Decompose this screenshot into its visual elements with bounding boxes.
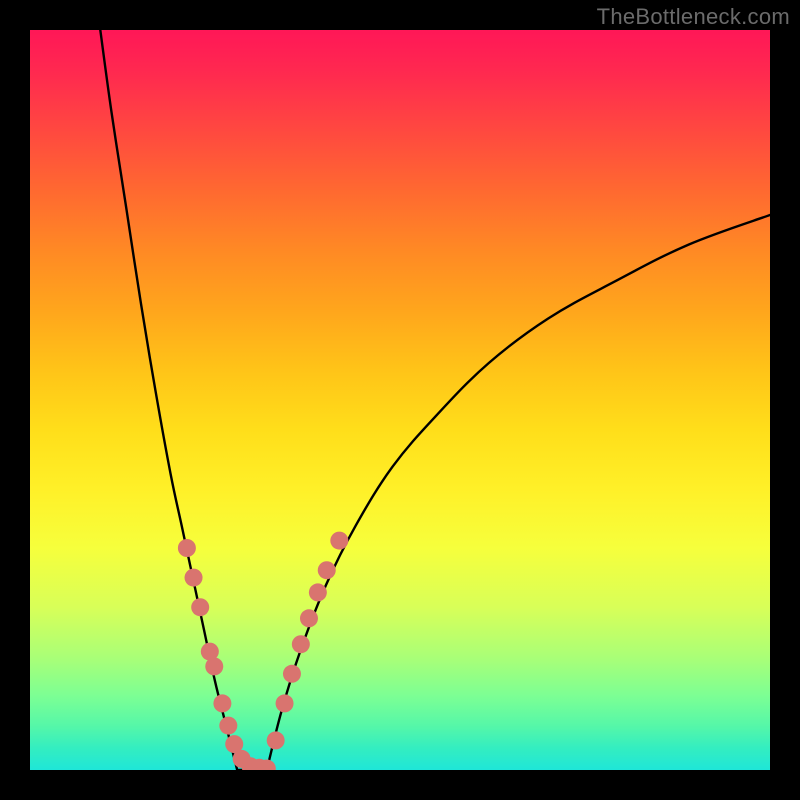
data-marker [318, 561, 336, 579]
data-marker [283, 665, 301, 683]
marker-group-left [178, 539, 276, 770]
data-marker [276, 694, 294, 712]
curve-group [100, 30, 770, 770]
data-marker [213, 694, 231, 712]
data-marker [300, 609, 318, 627]
curve-right-branch [267, 215, 770, 770]
data-marker [219, 717, 237, 735]
data-marker [178, 539, 196, 557]
data-marker [267, 731, 285, 749]
chart-svg [30, 30, 770, 770]
data-marker [292, 635, 310, 653]
data-marker [309, 583, 327, 601]
data-marker [191, 598, 209, 616]
data-marker [205, 657, 223, 675]
chart-frame: TheBottleneck.com [0, 0, 800, 800]
data-marker [330, 532, 348, 550]
watermark-text: TheBottleneck.com [597, 4, 790, 30]
chart-plot-area [30, 30, 770, 770]
data-marker [185, 569, 203, 587]
